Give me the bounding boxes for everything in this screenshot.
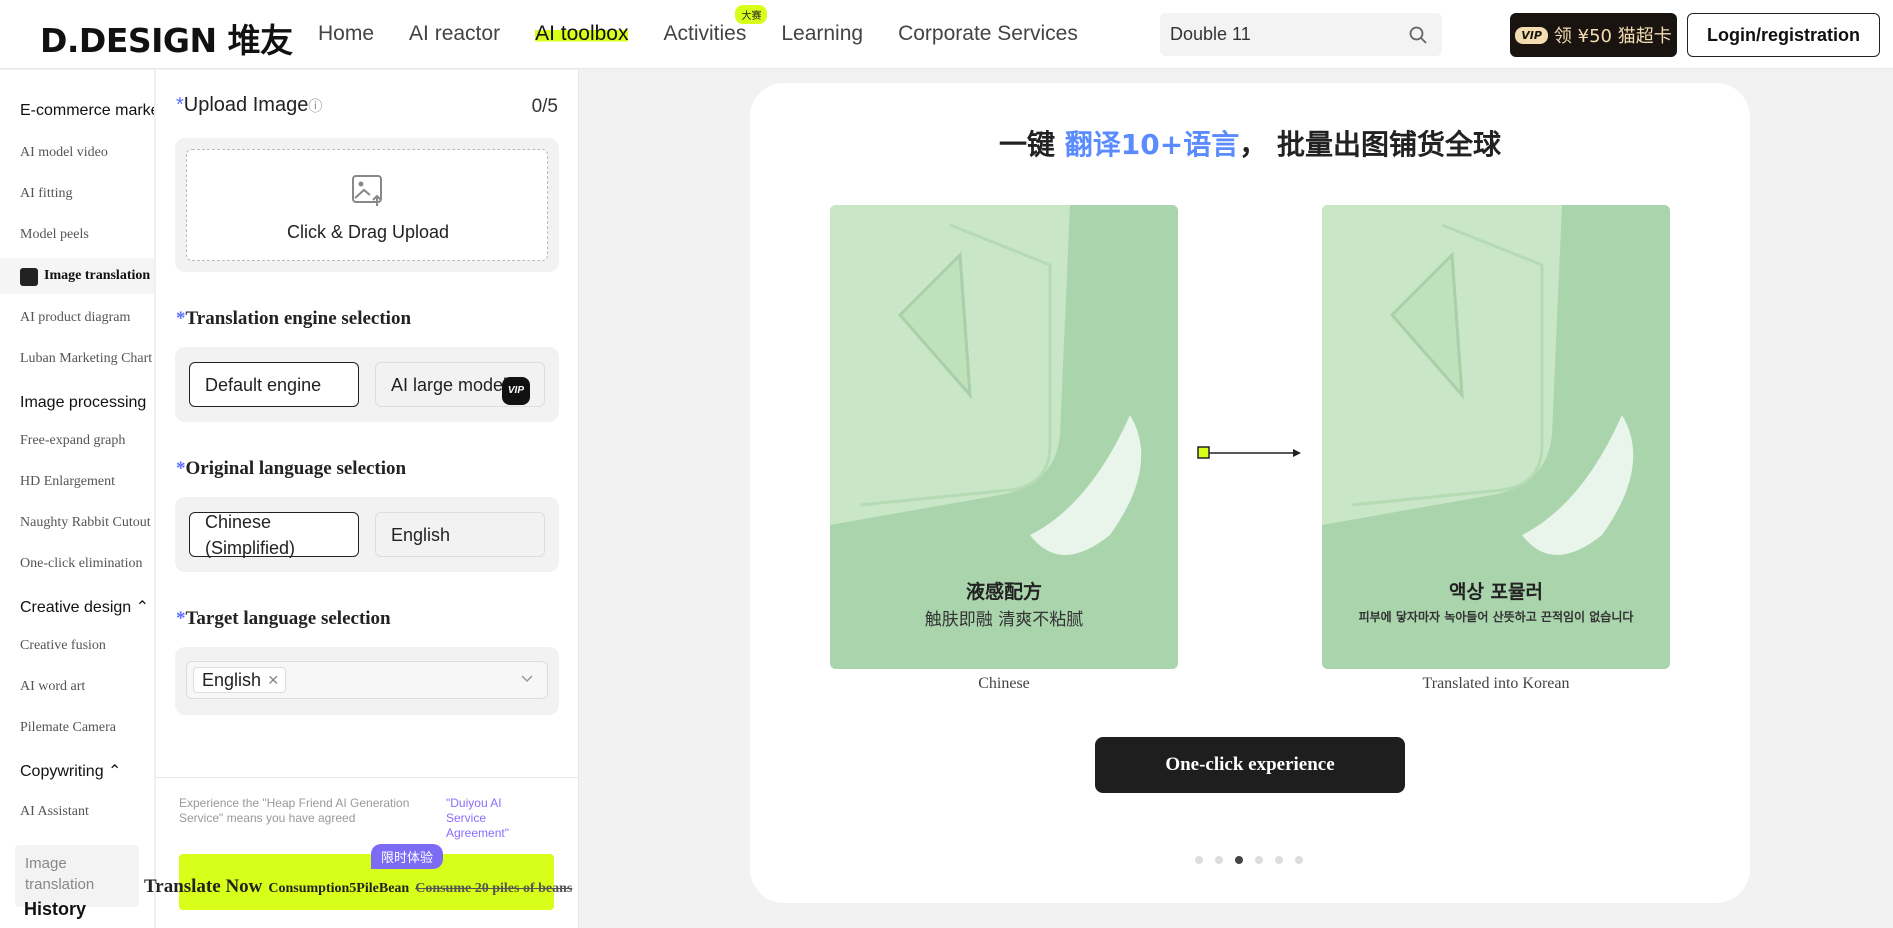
engine-box: Default engine AI large model VIP [175,347,559,422]
history-tooltip: Image translation [15,845,139,907]
settings-panel: *Upload Imageⓘ 0/5 Click & Drag Upload *… [144,70,579,928]
carousel-dot[interactable] [1215,856,1223,864]
sidebar-item-image-translation-label: Image translation [44,268,151,283]
nav-ai-toolbox[interactable]: AI toolbox [535,22,629,46]
sidebar-item-hd-enlargement[interactable]: HD Enlargement [20,474,115,490]
sidebar-group-image-processing[interactable]: Image processing ⌃ [20,392,154,412]
hero-title: 一键 翻译10+语言， 批量出图铺货全球 [999,128,1501,161]
carousel-dot[interactable] [1195,856,1203,864]
carousel-dot-active[interactable] [1235,856,1243,864]
main-nav: Home AI reactor AI toolbox Activities 大赛 … [318,5,1113,46]
sidebar-item-rabbit-cutout[interactable]: Naughty Rabbit Cutout [20,515,151,531]
orig-lang-title: *Original language selection [176,458,407,479]
engine-ai-large-model-option[interactable]: AI large model VIP [375,362,545,407]
orig-lang-box: Chinese (Simplified) English [175,497,559,572]
sidebar-item-one-click-elimination[interactable]: One-click elimination [20,556,142,572]
sidebar-item-ai-product-diagram[interactable]: AI product diagram [20,310,130,326]
sidebar-item-free-expand[interactable]: Free-expand graph [20,433,125,449]
target-lang-tag: English ✕ [193,667,287,693]
vip-coupon-button[interactable]: VIP 领 ¥50 猫超卡 [1510,13,1677,57]
source-caption-sub: 触肤即融 清爽不粘腻 [924,610,1084,630]
nav-learning[interactable]: Learning [781,22,863,46]
upload-label: Click & Drag Upload [286,222,450,242]
upload-title: *Upload Imageⓘ [176,94,323,116]
engine-default-option[interactable]: Default engine [189,362,359,407]
chevron-up-icon: ⌃ [108,763,122,780]
history-link[interactable]: History [24,899,86,920]
search-input[interactable]: Double 11 [1160,13,1442,56]
source-image: 液感配方 触肤即融 清爽不粘腻 [830,205,1178,669]
sidebar-group-ecommerce[interactable]: E-commerce marketing [20,102,154,120]
panel-divider [156,777,579,778]
carousel-dot[interactable] [1255,856,1263,864]
chevron-up-icon: ⌃ [135,599,150,616]
top-header: D.DESIGN 堆友 Home AI reactor AI toolbox A… [0,0,1893,69]
vip-icon: VIP [1515,26,1548,44]
nav-activities[interactable]: Activities 大赛 [663,5,768,46]
sidebar-item-creative-fusion[interactable]: Creative fusion [20,638,106,654]
engine-title: *Translation engine selection [176,308,412,329]
orig-lang-chinese-option[interactable]: Chinese (Simplified) [189,512,359,558]
limited-time-badge: 限时体验 [371,844,444,869]
translated-caption-sub: 피부에 닿자마자 녹아들어 산뜻하고 끈적임이 없습니다 [1358,610,1634,624]
source-label: Chinese [978,675,1030,692]
translate-button-text: Translate Now Consumption5PileBean Consume… [144,876,573,897]
target-lang-box: English ✕ [175,647,559,715]
nav-corporate-services[interactable]: Corporate Services [898,22,1078,46]
search-icon[interactable] [1408,25,1428,45]
search-value: Double 11 [1170,24,1251,44]
agreement-link[interactable]: "Duiyou AI Service Agreement" [446,796,536,841]
sidebar-item-luban-marketing-chart[interactable]: Luban Marketing Chart [20,351,152,367]
translated-caption-title: 액상 포뮬러 [1448,581,1543,603]
translated-image: 액상 포뮬러 피부에 닿자마자 녹아들어 산뜻하고 끈적임이 없습니다 [1322,205,1670,669]
sidebar-item-ai-assistant[interactable]: AI Assistant [20,804,89,820]
sidebar-item-ai-model-video[interactable]: AI model video [20,145,108,161]
info-icon[interactable]: ⓘ [308,98,322,114]
image-upload-icon [352,175,382,206]
sidebar-group-creative-design[interactable]: Creative design ⌃ [20,597,149,617]
sidebar-item-ai-word-art[interactable]: AI word art [20,679,85,695]
carousel-dots [1195,856,1303,864]
one-click-experience-button[interactable]: One-click experience [1095,737,1405,793]
sidebar-item-ai-fitting[interactable]: AI fitting [20,186,73,202]
showcase-card: 一键 翻译10+语言， 批量出图铺货全球 液感配方 触肤即融 清爽不粘腻 액상 … [750,83,1750,903]
nav-ai-reactor[interactable]: AI reactor [409,22,500,46]
upload-dropzone[interactable]: Click & Drag Upload [186,149,548,261]
nav-home[interactable]: Home [318,22,374,46]
arrow-right-icon [1197,446,1301,459]
logo[interactable]: D.DESIGN 堆友 [40,14,293,62]
chevron-down-icon [521,675,533,683]
sidebar-item-model-peels[interactable]: Model peels [20,227,89,243]
sidebar-group-copywriting[interactable]: Copywriting ⌃ [20,761,121,781]
tool-sidebar: E-commerce marketing AI model video AI f… [0,70,155,928]
target-lang-title: *Target language selection [176,608,391,629]
carousel-dot[interactable] [1295,856,1303,864]
translate-icon [20,268,38,286]
agreement-text: Experience the "Heap Friend AI Generatio… [179,796,410,825]
upload-box: Click & Drag Upload [175,138,559,272]
carousel-dot[interactable] [1275,856,1283,864]
vip-icon: VIP [501,377,530,405]
contest-badge: 大赛 [735,5,768,24]
sidebar-item-pilemate-camera[interactable]: Pilemate Camera [20,720,116,736]
close-icon[interactable]: ✕ [267,668,279,692]
chevron-up-icon: ⌃ [151,394,154,411]
login-button[interactable]: Login/registration [1687,13,1880,57]
orig-lang-english-option[interactable]: English [375,512,545,557]
source-caption-title: 液感配方 [965,581,1042,603]
translated-label: Translated into Korean [1422,675,1570,692]
target-lang-select[interactable]: English ✕ [186,661,548,699]
upload-count: 0/5 [531,96,558,117]
